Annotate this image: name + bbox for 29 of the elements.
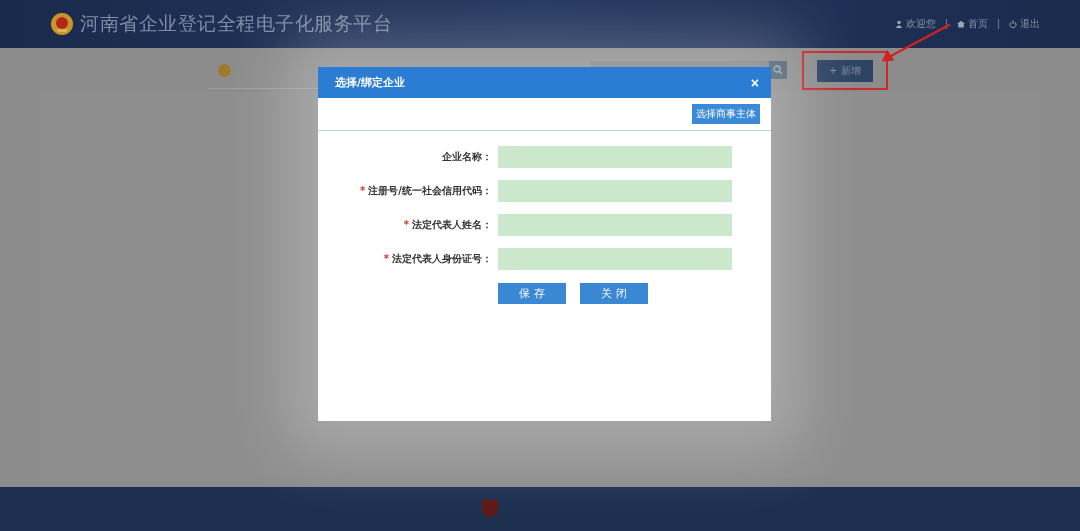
close-button[interactable]: × <box>748 75 761 90</box>
field-label: 法定代表人姓名： <box>412 219 492 230</box>
emblem-icon <box>218 63 231 77</box>
home-icon <box>957 20 965 28</box>
power-icon <box>1009 20 1017 28</box>
required-mark: * <box>403 219 409 230</box>
field-label: 企业名称： <box>442 151 492 162</box>
dialog-button[interactable]: 保 存 <box>498 283 566 304</box>
input-field[interactable] <box>498 180 732 202</box>
header-link[interactable]: 欢迎您 <box>895 17 936 31</box>
select-entity-button[interactable]: 选择商事主体 <box>692 104 760 124</box>
dialog-title: 选择/绑定企业 <box>335 75 406 90</box>
field-label: 注册号/统一社会信用代码： <box>368 185 492 196</box>
emblem-icon <box>50 12 74 36</box>
header-link[interactable]: 退出 <box>1009 17 1040 31</box>
required-mark: * <box>360 185 366 196</box>
badge-icon <box>482 499 498 519</box>
search-button[interactable] <box>769 61 787 79</box>
user-icon <box>895 20 903 28</box>
search-icon <box>773 65 783 75</box>
site-title: 河南省企业登记全程电子化服务平台 <box>80 11 392 36</box>
required-mark: * <box>383 253 389 264</box>
field-label: 法定代表人身份证号： <box>392 253 492 264</box>
header-link[interactable]: 首页 <box>957 17 988 31</box>
input-field[interactable] <box>498 146 732 168</box>
input-field[interactable] <box>498 214 732 236</box>
input-field[interactable] <box>498 248 732 270</box>
dialog-button[interactable]: 关 闭 <box>580 283 648 304</box>
add-button[interactable]: + 新增 <box>817 59 873 82</box>
